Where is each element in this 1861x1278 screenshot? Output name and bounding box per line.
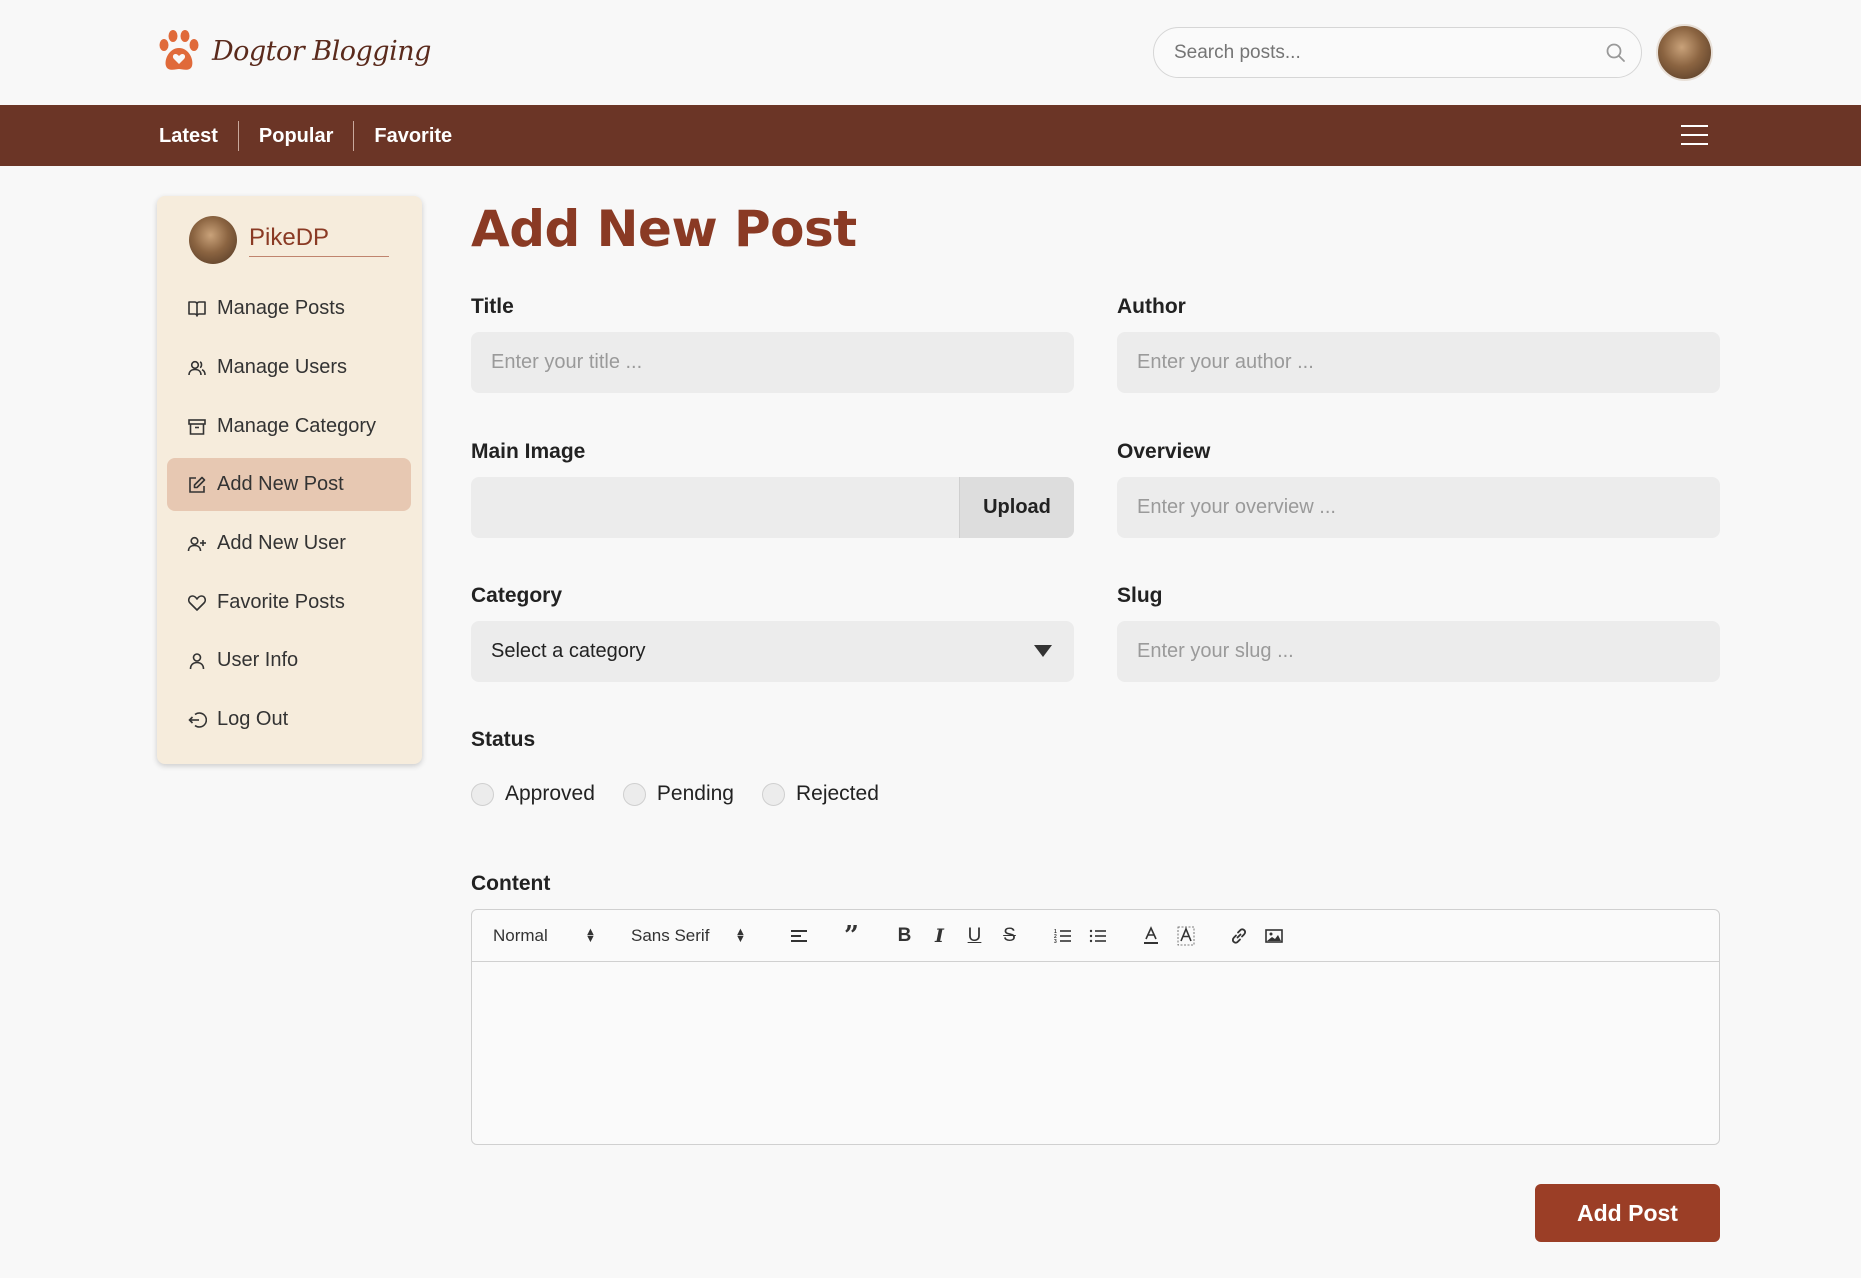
radio-circle[interactable]: [622, 782, 646, 806]
sidebar-item-manage-users[interactable]: Manage Users: [167, 341, 411, 394]
dropdown-arrow-icon: [1034, 645, 1052, 657]
content-label: Content: [471, 872, 551, 895]
image-icon[interactable]: [1256, 921, 1291, 951]
nav-link-popular[interactable]: Popular: [239, 120, 355, 151]
sidebar-item-add-new-user[interactable]: Add New User: [167, 517, 411, 570]
hamburger-menu-icon[interactable]: [1681, 125, 1708, 146]
paw-icon: [159, 30, 199, 70]
status-pending-radio[interactable]: Pending: [622, 782, 734, 806]
text-color-icon[interactable]: [1133, 921, 1168, 951]
updown-icon: ▲ ▼: [735, 925, 746, 945]
logo-text: Dogtor Blogging: [212, 35, 431, 67]
heading-select-value: Normal: [493, 925, 548, 945]
nav-bar: Latest Popular Favorite: [0, 105, 1861, 166]
author-label: Author: [1117, 295, 1186, 318]
status-label: Status: [471, 728, 536, 751]
page-title: Add New Post: [471, 200, 857, 258]
avatar[interactable]: [1656, 24, 1713, 81]
italic-icon[interactable]: I: [922, 921, 957, 951]
search-icon[interactable]: [1605, 42, 1627, 64]
overview-field[interactable]: [1117, 477, 1720, 538]
sidebar-item-label: Add New Post: [217, 473, 344, 495]
radio-label: Rejected: [795, 782, 879, 805]
strikethrough-icon[interactable]: S: [992, 921, 1027, 951]
editor-toolbar: Normal ▲ ▼ Sans Serif ▲ ▼ ” B I U S 123: [472, 910, 1719, 962]
add-post-button[interactable]: Add Post: [1535, 1184, 1720, 1242]
user-icon: [189, 652, 205, 669]
heart-icon: [187, 594, 207, 611]
archive-icon: [188, 418, 206, 435]
radio-label: Pending: [656, 782, 734, 805]
upload-button[interactable]: Upload: [959, 477, 1074, 538]
logo[interactable]: Dogtor Blogging: [156, 28, 431, 74]
logout-icon: [188, 711, 207, 728]
sidebar-avatar: [189, 216, 237, 264]
category-select[interactable]: Select a category: [471, 621, 1074, 682]
sidebar-item-manage-category[interactable]: Manage Category: [167, 400, 411, 453]
nav-link-favorite[interactable]: Favorite: [354, 121, 472, 151]
author-field[interactable]: [1117, 332, 1720, 393]
svg-text:3: 3: [1054, 939, 1057, 944]
book-icon: [188, 300, 206, 317]
sidebar: PikeDP Manage Posts Manage Users Manage …: [157, 196, 422, 764]
bold-icon[interactable]: B: [887, 921, 922, 951]
main-image-field[interactable]: Upload: [471, 477, 1074, 538]
sidebar-item-label: Manage Posts: [217, 297, 345, 319]
top-bar: Dogtor Blogging: [0, 0, 1861, 105]
title-label: Title: [471, 295, 514, 318]
radio-circle[interactable]: [761, 782, 785, 806]
status-radio-group: Approved Pending Rejected: [471, 782, 907, 806]
bullet-list-icon[interactable]: [1080, 921, 1115, 951]
edit-icon: [189, 476, 206, 493]
search-box: [1153, 27, 1642, 78]
users-icon: [188, 360, 206, 375]
align-icon[interactable]: [781, 921, 816, 951]
radio-circle[interactable]: [471, 782, 494, 806]
sidebar-item-favorite-posts[interactable]: Favorite Posts: [167, 576, 411, 629]
sidebar-item-manage-posts[interactable]: Manage Posts: [167, 282, 411, 335]
link-icon[interactable]: [1221, 921, 1256, 951]
content-editor: Normal ▲ ▼ Sans Serif ▲ ▼ ” B I U S 123: [471, 909, 1720, 1145]
category-label: Category: [471, 584, 563, 607]
user-plus-icon: [187, 536, 206, 551]
search-input[interactable]: [1174, 28, 1594, 77]
content-editor-area[interactable]: [472, 962, 1719, 1144]
slug-label: Slug: [1117, 584, 1163, 607]
sidebar-item-label: Favorite Posts: [217, 591, 345, 613]
main-image-label: Main Image: [471, 440, 586, 463]
ordered-list-icon[interactable]: 123: [1045, 921, 1080, 951]
blockquote-icon[interactable]: ”: [834, 921, 869, 951]
sidebar-item-add-new-post[interactable]: Add New Post: [167, 458, 411, 511]
updown-icon: ▲ ▼: [585, 925, 596, 945]
nav-link-latest[interactable]: Latest: [159, 120, 239, 151]
sidebar-item-log-out[interactable]: Log Out: [167, 693, 411, 746]
sidebar-user: PikeDP: [189, 216, 389, 264]
status-approved-radio[interactable]: Approved: [471, 782, 595, 806]
sidebar-item-label: Manage Users: [217, 356, 348, 378]
font-select[interactable]: Sans Serif ▲ ▼: [631, 926, 747, 946]
sidebar-item-user-info[interactable]: User Info: [167, 634, 411, 687]
radio-label: Approved: [505, 782, 595, 805]
category-selected-value: Select a category: [491, 640, 646, 662]
overview-label: Overview: [1117, 440, 1211, 463]
slug-field[interactable]: [1117, 621, 1720, 682]
title-field[interactable]: [471, 332, 1074, 393]
font-select-value: Sans Serif: [631, 925, 710, 945]
sidebar-item-label: Log Out: [217, 708, 289, 730]
sidebar-item-label: Manage Category: [217, 415, 376, 437]
sidebar-username: PikeDP: [249, 224, 389, 257]
status-rejected-radio[interactable]: Rejected: [761, 782, 879, 806]
background-color-icon[interactable]: [1168, 921, 1203, 951]
sidebar-item-label: User Info: [217, 649, 299, 671]
underline-icon[interactable]: U: [957, 921, 992, 951]
sidebar-item-label: Add New User: [217, 532, 346, 554]
heading-select[interactable]: Normal ▲ ▼: [493, 926, 597, 946]
